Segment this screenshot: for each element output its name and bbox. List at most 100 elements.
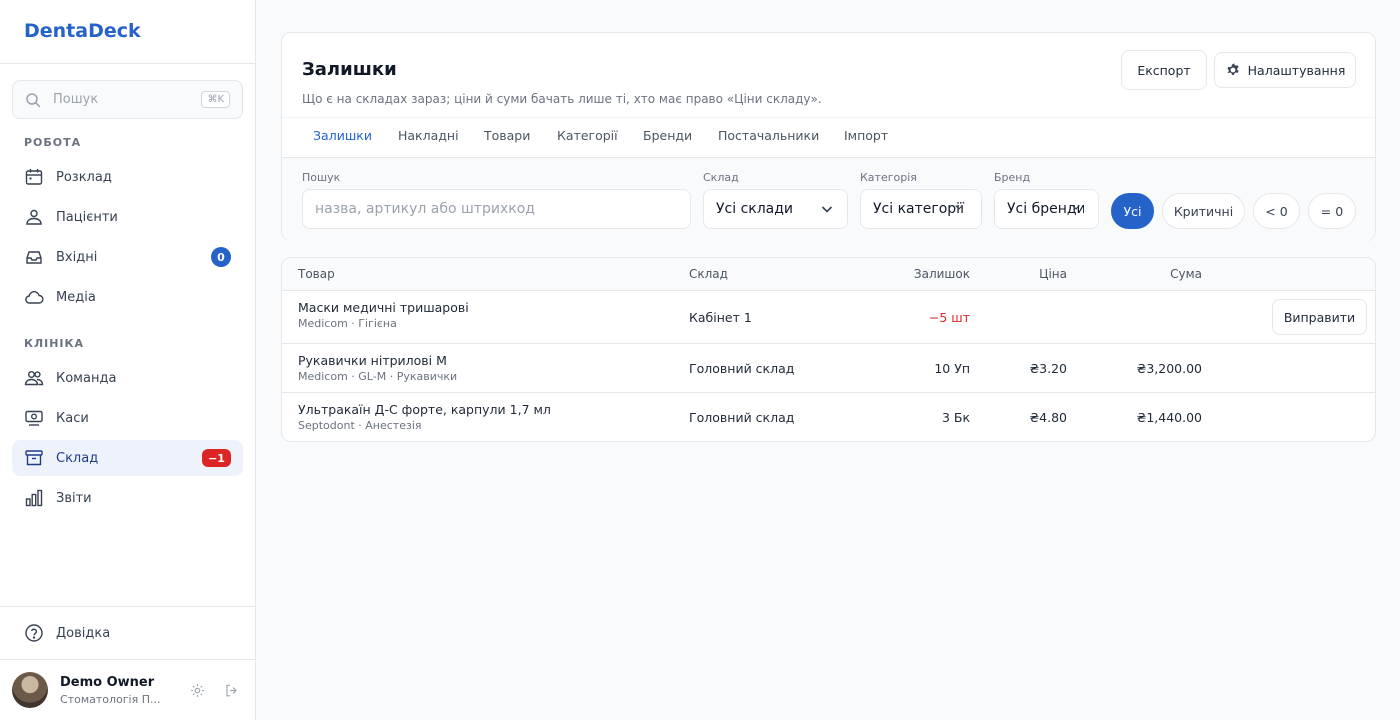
column-header-sum[interactable]: Сума [1170,267,1202,281]
sidebar-item-team[interactable]: Команда [12,360,243,396]
column-header-price[interactable]: Ціна [1039,267,1067,281]
user-org: Стоматологія П... [60,692,161,706]
sidebar-item-help[interactable]: Довідка [12,615,243,651]
filter-bar: Пошук назва, артикул або штрихкод Склад … [282,157,1375,241]
inbox-count-badge: 0 [211,247,231,267]
sidebar-search-placeholder: Пошук [53,92,99,107]
table-row[interactable]: Маски медичні тришарові Medicom · Гігієн… [282,291,1375,344]
filter-pill-zero[interactable]: = 0 [1308,193,1356,229]
warehouse-cell: Головний склад [689,361,795,376]
bar-chart-icon [24,488,44,508]
sidebar-item-label: Каси [56,410,89,426]
sidebar-item-reports[interactable]: Звіти [12,480,243,516]
team-icon [24,368,44,388]
sum-cell: ₴3,200.00 [1136,361,1202,376]
tab-categories[interactable]: Категорії [557,118,618,158]
settings-button[interactable]: Налаштування [1214,52,1356,88]
stock-table: Товар Склад Залишок Ціна Сума Маски меди… [281,257,1376,442]
product-name: Маски медичні тришарові [298,300,469,315]
export-button[interactable]: Експорт [1121,50,1207,90]
column-header-product[interactable]: Товар [298,267,335,281]
stock-header-card: Залишки Що є на складах зараз; ціни й су… [281,32,1376,241]
brand-select[interactable]: Усі бренди [994,189,1099,229]
avatar[interactable] [12,672,48,708]
logout-icon[interactable] [219,678,243,702]
product-meta: Septodont · Анестезія [298,419,422,432]
users-icon [24,207,44,227]
table-row[interactable]: Ультракаїн Д-С форте, карпули 1,7 мл Sep… [282,393,1375,441]
product-name: Ультракаїн Д-С форте, карпули 1,7 мл [298,402,551,417]
sidebar-item-label: Довідка [56,625,111,641]
search-filter-label: Пошук [302,171,341,184]
cloud-icon [24,287,44,307]
tab-stock[interactable]: Залишки [302,118,383,158]
shortcut-hint: ⌘K [201,91,230,108]
sidebar: DentaDeck Пошук ⌘K РОБОТА Розклад Пацієн… [0,0,256,720]
page-subtitle: Що є на складах зараз; ціни й суми бачат… [302,92,822,106]
inbox-icon [24,247,44,267]
price-cell: ₴3.20 [1029,361,1067,376]
calendar-icon [24,167,44,187]
category-filter-label: Категорія [860,171,917,184]
warehouse-filter-label: Склад [703,171,739,184]
column-header-stock[interactable]: Залишок [914,267,970,281]
sidebar-item-label: Команда [56,370,117,386]
warehouse-cell: Кабінет 1 [689,310,752,325]
product-name: Рукавички нітрилові M [298,353,447,368]
search-icon [25,92,41,108]
chevron-down-icon [953,201,969,217]
sidebar-item-warehouse[interactable]: Склад −1 [12,440,243,476]
sum-cell: ₴1,440.00 [1136,410,1202,425]
sidebar-item-media[interactable]: Медіа [12,279,243,315]
user-profile: Demo Owner Стоматологія П... [12,672,243,708]
tab-invoices[interactable]: Накладні [398,118,459,158]
archive-icon [24,448,44,468]
stock-tabs: Залишки Накладні Товари Категорії Бренди… [282,117,1375,158]
filter-pill-negative[interactable]: < 0 [1253,193,1300,229]
price-cell: ₴4.80 [1029,410,1067,425]
table-row[interactable]: Рукавички нітрилові M Medicom · GL-M · Р… [282,344,1375,393]
product-meta: Medicom · Гігієна [298,317,397,330]
sidebar-item-label: Склад [56,450,99,466]
divider [0,659,255,660]
stock-cell: 10 Уп [934,361,970,376]
user-name: Demo Owner [60,674,155,690]
warehouse-alert-badge: −1 [202,449,231,467]
fix-stock-button[interactable]: Виправити [1272,299,1367,335]
gear-icon [1225,62,1241,78]
table-header: Товар Склад Залишок Ціна Сума [282,258,1375,291]
sidebar-item-patients[interactable]: Пацієнти [12,199,243,235]
help-icon [24,623,44,643]
section-label-clinic: КЛІНІКА [24,337,85,350]
category-select[interactable]: Усі категорії [860,189,982,229]
stock-cell: 3 Бк [941,410,970,425]
settings-button-label: Налаштування [1247,62,1346,78]
sidebar-item-label: Пацієнти [56,209,118,225]
tab-import[interactable]: Імпорт [844,118,888,158]
gear-icon[interactable] [185,678,209,702]
filter-pill-critical[interactable]: Критичні [1162,193,1245,229]
sidebar-item-label: Вхідні [56,249,98,265]
chevron-down-icon [1070,201,1086,217]
sidebar-item-cash[interactable]: Каси [12,400,243,436]
brand-filter-label: Бренд [994,171,1031,184]
stock-cell: −5 шт [928,310,970,325]
sidebar-item-inbox[interactable]: Вхідні 0 [12,239,243,275]
search-input-placeholder: назва, артикул або штрихкод [315,201,535,217]
filter-pill-all[interactable]: Усі [1111,193,1154,229]
sidebar-search[interactable]: Пошук ⌘K [12,80,243,119]
chevron-down-icon [819,201,835,217]
tab-suppliers[interactable]: Постачальники [718,118,819,158]
sidebar-item-label: Розклад [56,169,112,185]
divider [0,606,255,607]
sidebar-item-label: Звіти [56,490,92,506]
warehouse-cell: Головний склад [689,410,795,425]
warehouse-select[interactable]: Усі склади [703,189,848,229]
sidebar-item-schedule[interactable]: Розклад [12,159,243,195]
brand-logo[interactable]: DentaDeck [24,20,141,42]
cash-icon [24,408,44,428]
search-input[interactable]: назва, артикул або штрихкод [302,189,691,229]
column-header-warehouse[interactable]: Склад [689,267,728,281]
tab-brands[interactable]: Бренди [643,118,692,158]
tab-products[interactable]: Товари [484,118,530,158]
